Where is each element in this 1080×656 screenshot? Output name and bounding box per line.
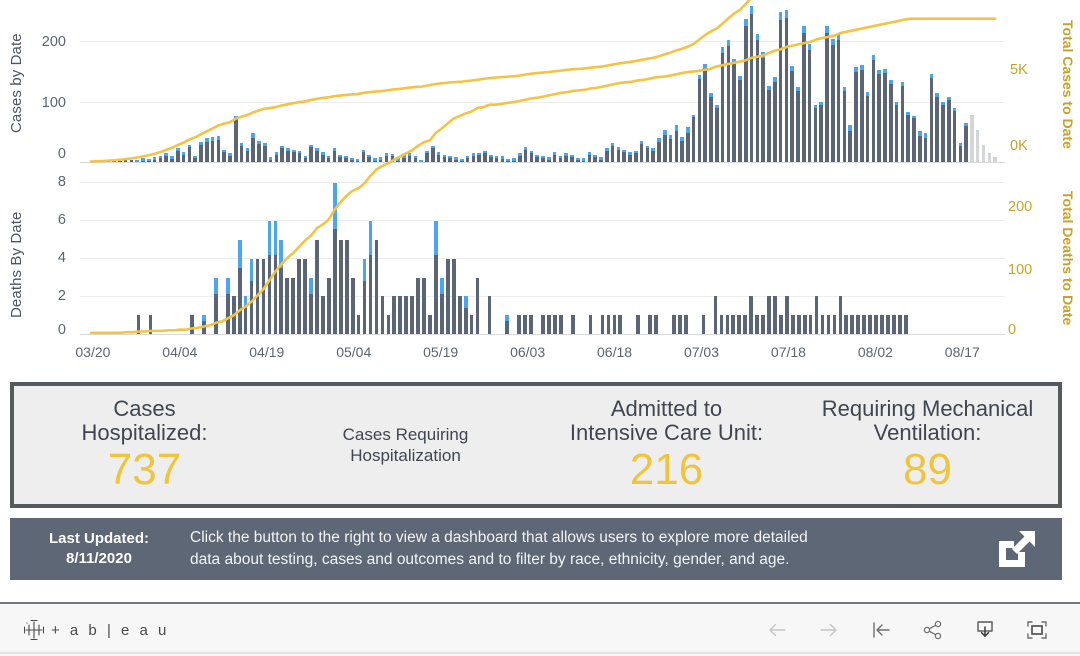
- stat-caption-hospitalization: Cases Requiring Hospitalization: [275, 386, 536, 504]
- x-axis-tick: 07/03: [683, 344, 720, 360]
- stat-label-line2: Ventilation:: [873, 420, 982, 446]
- charts-region: Cases by Date Total Cases to Date 200 10…: [0, 0, 1080, 370]
- stat-value: 216: [629, 445, 704, 495]
- cases-baseline: [80, 162, 1005, 163]
- x-axis: 03/20 04/04 04/19 05/04 05/19 06/03 06/18 07/03…: [0, 340, 1080, 368]
- deaths-y2tick-0: 0: [1008, 322, 1017, 338]
- cases-y2-axis-title: Total Cases to Date: [1060, 20, 1076, 149]
- forward-button[interactable]: [816, 617, 842, 643]
- tableau-logo-icon: [24, 620, 44, 640]
- deaths-y2tick-200: 200: [1008, 199, 1033, 215]
- arrow-right-icon: [820, 623, 837, 637]
- note-message: Click the button to the right to view a …: [174, 527, 986, 572]
- summary-stats-panel: Cases Hospitalized: 737 Cases Requiring …: [10, 382, 1062, 508]
- deaths-cumulative-line: [89, 17, 997, 335]
- revert-to-start-icon: [873, 622, 890, 638]
- note-message-line1: Click the button to the right to view a …: [190, 528, 808, 546]
- x-axis-tick: 04/19: [249, 344, 285, 360]
- note-message-line2: data about testing, cases and outcomes a…: [190, 551, 790, 568]
- stat-label-line1: Requiring Mechanical: [821, 395, 1034, 421]
- x-axis-tick: 04/04: [162, 344, 198, 360]
- stat-label-line1: Admitted to: [610, 395, 723, 421]
- cases-y2tick-0k: 0K: [1010, 138, 1028, 154]
- tableau-brand-text: + a b | e a u: [51, 621, 170, 639]
- external-link-icon: [999, 531, 1035, 567]
- stat-value: 89: [903, 445, 952, 495]
- cases-ytick-200: 200: [41, 34, 66, 50]
- x-axis-tick: 08/17: [944, 344, 980, 360]
- cases-ytick-100: 100: [41, 95, 66, 111]
- fullscreen-button[interactable]: [1024, 617, 1050, 643]
- revert-button[interactable]: [868, 617, 894, 643]
- tableau-footer: + a b | e a u: [0, 602, 1080, 656]
- open-detailed-dashboard-button[interactable]: [986, 525, 1048, 573]
- arrow-left-icon: [769, 623, 786, 637]
- x-axis-tick: 05/04: [336, 344, 372, 360]
- download-button[interactable]: [972, 617, 998, 643]
- x-axis-tick: 06/18: [597, 344, 633, 360]
- deaths-ytick-6: 6: [57, 212, 66, 228]
- stat-label-line1: Cases: [113, 395, 176, 421]
- cases-y2tick-5k: 5K: [1010, 62, 1028, 78]
- deaths-ytick-0: 0: [57, 322, 66, 338]
- back-button[interactable]: [764, 617, 790, 643]
- deaths-y2tick-100: 100: [1008, 262, 1033, 278]
- share-button[interactable]: [920, 617, 946, 643]
- fullscreen-icon: [1027, 621, 1047, 639]
- deaths-ytick-2: 2: [57, 288, 66, 304]
- stat-caption-line1: Cases Requiring: [342, 424, 469, 444]
- deaths-ytick-4: 4: [57, 250, 66, 266]
- deaths-y2-axis-title: Total Deaths to Date: [1060, 190, 1076, 326]
- x-axis-tick: 06/03: [510, 344, 546, 360]
- last-updated-date: 8/11/2020: [66, 550, 132, 567]
- x-axis-tick: 05/19: [423, 344, 459, 360]
- stat-mechanical-ventilation: Requiring Mechanical Ventilation: 89: [797, 386, 1058, 504]
- cases-y-axis-title: Cases by Date: [8, 33, 25, 133]
- footer-toolbar: [764, 617, 1080, 643]
- deaths-ytick-8: 8: [57, 174, 66, 190]
- covid-dashboard: Cases by Date Total Cases to Date 200 10…: [0, 0, 1080, 656]
- cases-cumulative-line: [89, 0, 752, 163]
- last-updated: Last Updated: 8/11/2020: [24, 529, 174, 570]
- x-axis-tick: 03/20: [75, 344, 111, 360]
- stat-label-line2: Intensive Care Unit:: [569, 420, 764, 446]
- info-note-bar: Last Updated: 8/11/2020 Click the button…: [10, 518, 1062, 580]
- stat-cases-hospitalized: Cases Hospitalized: 737: [14, 386, 275, 504]
- last-updated-label: Last Updated:: [48, 529, 149, 547]
- download-icon: [977, 621, 993, 637]
- x-axis-tick: 08/02: [857, 344, 893, 360]
- tableau-brand[interactable]: + a b | e a u: [0, 620, 169, 640]
- cases-ytick-0: 0: [57, 146, 66, 162]
- stat-label-line2: Hospitalized:: [81, 420, 208, 446]
- share-icon: [923, 620, 942, 640]
- stat-caption-line2: Hospitalization: [350, 446, 461, 465]
- x-axis-tick: 07/18: [770, 344, 806, 360]
- deaths-baseline: [80, 334, 1005, 335]
- stat-value: 737: [107, 445, 182, 495]
- stat-icu-admitted: Admitted to Intensive Care Unit: 216: [536, 386, 797, 504]
